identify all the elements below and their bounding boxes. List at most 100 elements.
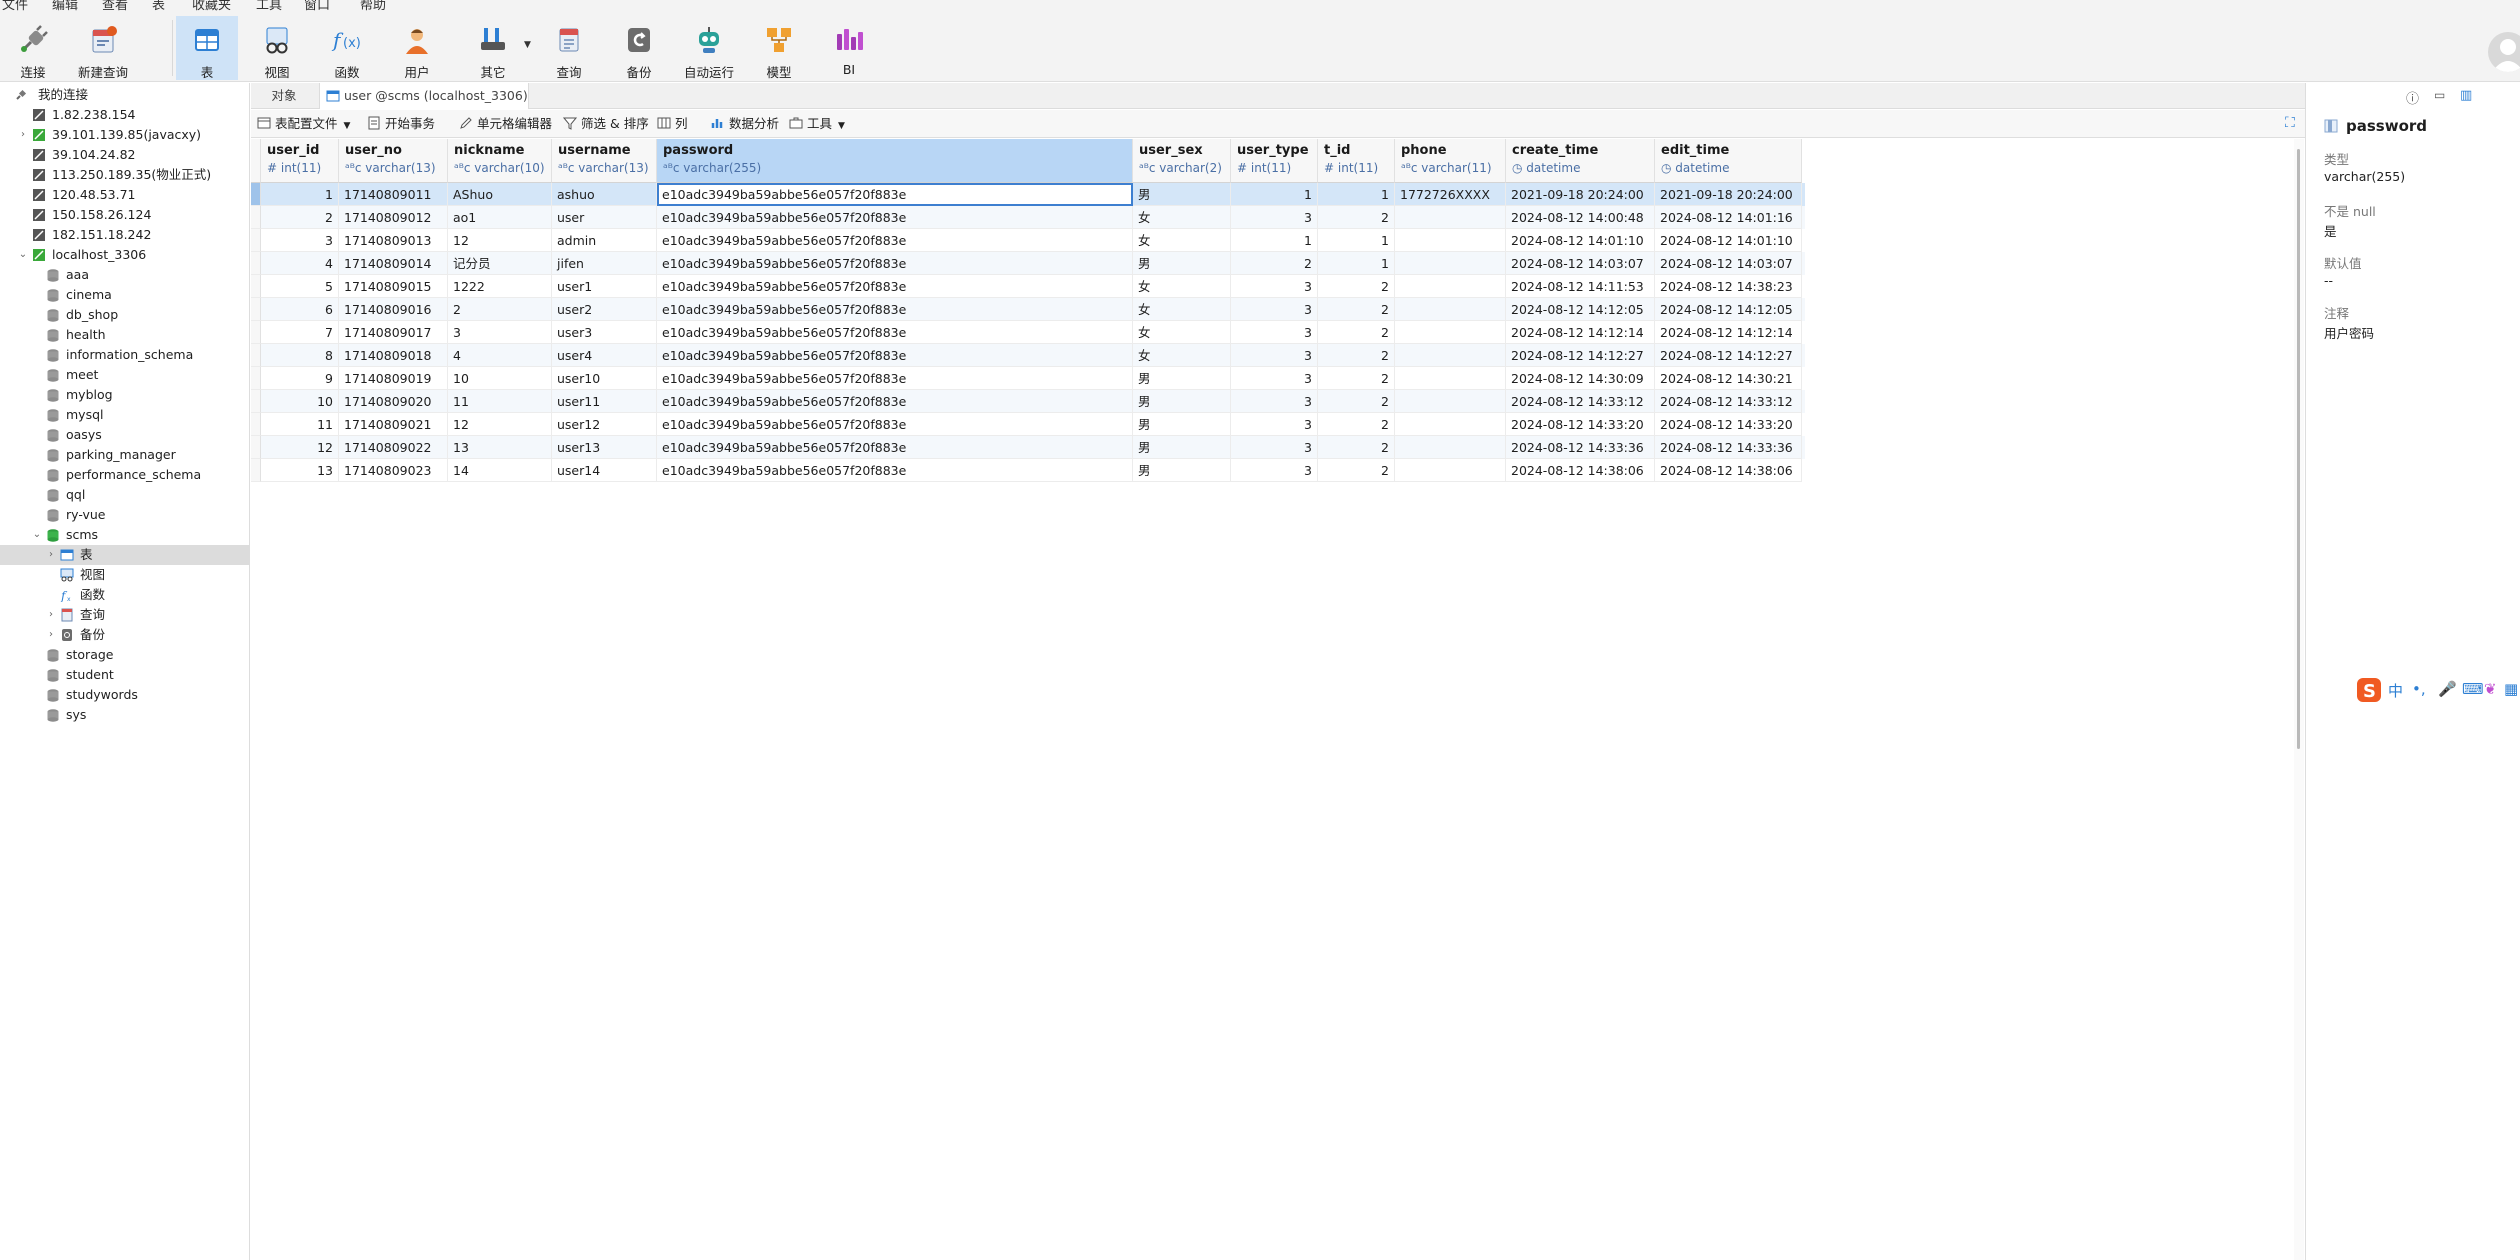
cell-user-id[interactable]: 6 [261,298,339,321]
cell-username[interactable]: user3 [552,321,657,344]
connection-item[interactable]: 120.48.53.71 [0,185,250,205]
row-marker[interactable] [251,298,261,321]
connection-item[interactable]: 113.250.189.35(物业正式) [0,165,250,185]
cell-create-time[interactable]: 2024-08-12 14:12:05 [1506,298,1655,321]
cell-create-time[interactable]: 2024-08-12 14:12:14 [1506,321,1655,344]
table-config-button[interactable]: 表配置文件 ▼ [257,114,350,134]
cell-phone[interactable] [1395,344,1506,367]
cell-user-id[interactable]: 3 [261,229,339,252]
table-row[interactable]: 3 17140809013 12 admin e10adc3949ba59abbe56e… [251,229,1805,252]
cell-password[interactable]: e10adc3949ba59abbe56e057f20f883e [657,459,1133,482]
cell-phone[interactable] [1395,298,1506,321]
cell-user-sex[interactable]: 男 [1133,367,1231,390]
menu-table[interactable]: 表 [152,0,165,12]
cell-user-type[interactable]: 3 [1231,367,1318,390]
cell-create-time[interactable]: 2024-08-12 14:33:20 [1506,413,1655,436]
automation-button[interactable]: 自动运行 [678,16,740,80]
cell-t-id[interactable]: 2 [1318,206,1395,229]
cell-user-id[interactable]: 5 [261,275,339,298]
cell-username[interactable]: user14 [552,459,657,482]
column-header-user-id[interactable]: user_id # int(11) [261,139,339,183]
row-marker[interactable] [251,367,261,390]
cell-user-no[interactable]: 17140809012 [339,206,448,229]
connection-item[interactable]: › 39.101.139.85(javacxy) [0,125,250,145]
cell-password[interactable]: e10adc3949ba59abbe56e057f20f883e [657,229,1133,252]
cell-password[interactable]: e10adc3949ba59abbe56e057f20f883e [657,298,1133,321]
cell-username[interactable]: user11 [552,390,657,413]
table-row[interactable]: 6 17140809016 2 user2 e10adc3949ba59abbe56e0… [251,298,1805,321]
database-item[interactable]: meet [0,365,250,385]
menu-help[interactable]: 帮助 [360,0,386,12]
cell-user-sex[interactable]: 女 [1133,206,1231,229]
cell-user-no[interactable]: 17140809014 [339,252,448,275]
database-item[interactable]: db_shop [0,305,250,325]
chevron-right-icon[interactable]: › [18,125,28,145]
cell-nickname[interactable]: 4 [448,344,552,367]
cell-edit-time[interactable]: 2024-08-12 14:12:05 [1655,298,1802,321]
database-item[interactable]: parking_manager [0,445,250,465]
cell-nickname[interactable]: 13 [448,436,552,459]
cell-user-id[interactable]: 9 [261,367,339,390]
cell-user-sex[interactable]: 男 [1133,183,1231,206]
database-item[interactable]: information_schema [0,345,250,365]
table-row[interactable]: 7 17140809017 3 user3 e10adc3949ba59abbe56e0… [251,321,1805,344]
filter-sort-button[interactable]: 筛选 & 排序 [563,114,649,134]
ime-punct-mode[interactable]: •, [2412,680,2426,698]
cell-create-time[interactable]: 2024-08-12 14:33:36 [1506,436,1655,459]
cell-password[interactable]: e10adc3949ba59abbe56e057f20f883e [657,183,1133,206]
cell-nickname[interactable]: 记分员 [448,252,552,275]
column-header-username[interactable]: username ᵃᴮc varchar(13) [552,139,657,183]
cell-user-no[interactable]: 17140809015 [339,275,448,298]
row-marker[interactable] [251,206,261,229]
database-item[interactable]: sys [0,705,250,725]
database-item[interactable]: oasys [0,425,250,445]
cell-user-no[interactable]: 17140809018 [339,344,448,367]
cell-username[interactable]: jifen [552,252,657,275]
cell-user-id[interactable]: 10 [261,390,339,413]
database-item[interactable]: health [0,325,250,345]
data-analysis-button[interactable]: 数据分析 [711,114,779,134]
row-marker[interactable] [251,459,261,482]
cell-phone[interactable] [1395,252,1506,275]
schema-object-query[interactable]: › 查询 [0,605,250,625]
cell-t-id[interactable]: 2 [1318,321,1395,344]
table-row[interactable]: 5 17140809015 1222 user1 e10adc3949ba59abbe5… [251,275,1805,298]
cell-create-time[interactable]: 2024-08-12 14:12:27 [1506,344,1655,367]
cell-t-id[interactable]: 1 [1318,229,1395,252]
row-marker[interactable] [251,413,261,436]
cell-username[interactable]: user2 [552,298,657,321]
cell-user-type[interactable]: 1 [1231,183,1318,206]
cell-t-id[interactable]: 2 [1318,390,1395,413]
menu-edit[interactable]: 编辑 [52,0,78,12]
table-row[interactable]: 12 17140809022 13 user13 e10adc3949ba59abbe5… [251,436,1805,459]
cell-nickname[interactable]: AShuo [448,183,552,206]
column-header-t-id[interactable]: t_id # int(11) [1318,139,1395,183]
cell-phone[interactable] [1395,413,1506,436]
cell-t-id[interactable]: 2 [1318,459,1395,482]
connect-button[interactable]: 连接 [2,16,64,80]
cell-password[interactable]: e10adc3949ba59abbe56e057f20f883e [657,275,1133,298]
cell-phone[interactable] [1395,206,1506,229]
cell-nickname[interactable]: 12 [448,229,552,252]
cell-user-type[interactable]: 3 [1231,321,1318,344]
menu-favorites[interactable]: 收藏夹 [192,0,231,12]
database-item[interactable]: myblog [0,385,250,405]
function-button[interactable]: f (x) 函数 [316,16,378,80]
cell-username[interactable]: ashuo [552,183,657,206]
cell-user-type[interactable]: 1 [1231,229,1318,252]
begin-transaction-button[interactable]: 开始事务 [367,114,435,134]
cell-user-no[interactable]: 17140809023 [339,459,448,482]
cell-edit-time[interactable]: 2024-08-12 14:38:06 [1655,459,1802,482]
database-item[interactable]: student [0,665,250,685]
connection-item[interactable]: 182.151.18.242 [0,225,250,245]
cell-password[interactable]: e10adc3949ba59abbe56e057f20f883e [657,436,1133,459]
cell-t-id[interactable]: 2 [1318,413,1395,436]
connection-item[interactable]: 39.104.24.82 [0,145,250,165]
sogou-logo-icon[interactable]: S [2356,677,2382,703]
cell-t-id[interactable]: 1 [1318,183,1395,206]
cell-phone[interactable] [1395,229,1506,252]
cell-t-id[interactable]: 2 [1318,344,1395,367]
cell-t-id[interactable]: 2 [1318,298,1395,321]
cell-phone[interactable] [1395,390,1506,413]
cell-password[interactable]: e10adc3949ba59abbe56e057f20f883e [657,413,1133,436]
